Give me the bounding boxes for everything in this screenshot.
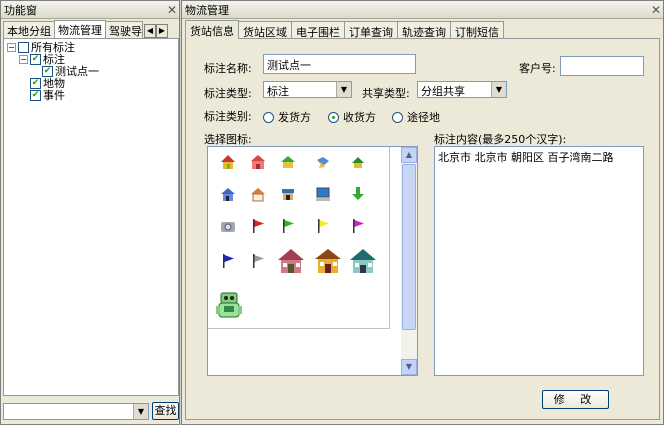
scroll-thumb[interactable] (402, 164, 416, 330)
bird-icon[interactable] (313, 152, 333, 172)
tab-local-group[interactable]: 本地分组 (3, 21, 55, 38)
computer-icon[interactable] (313, 184, 333, 204)
radio-waypoint[interactable]: 途径地 (392, 109, 440, 125)
tab-scroll-left-icon[interactable]: ◀ (144, 24, 156, 38)
house-blue-icon[interactable] (218, 184, 238, 204)
chevron-down-icon[interactable]: ▼ (491, 82, 506, 97)
radio-icon[interactable] (392, 111, 403, 123)
tree-node-all[interactable]: − ✔ 所有标注 (7, 41, 178, 54)
flag-blue-icon[interactable] (218, 251, 238, 271)
tab-station-area[interactable]: 货站区域 (238, 21, 292, 39)
checkbox-marks[interactable]: ✔ (30, 53, 41, 65)
chevron-down-icon[interactable]: ▼ (133, 403, 148, 419)
modify-button[interactable]: 修 改 (542, 390, 609, 409)
hut-icon[interactable] (278, 184, 298, 204)
tree-node-label: 事件 (43, 89, 65, 102)
radio-label: 发货方 (278, 111, 311, 124)
station-info-form: 标注名称: 测试点一 客户号: 标注类型: 标注 ▼ 共享类型: 分组共享 ▼ … (185, 38, 660, 420)
scroll-down-icon[interactable]: ▼ (401, 359, 417, 375)
logistics-window-titlebar: 物流管理 ✕ (182, 1, 663, 19)
icon-picker[interactable]: ▲ ▼ (207, 146, 418, 376)
icon-label: 选择图标: (204, 133, 252, 146)
tab-driving-nav[interactable]: 驾驶导 (105, 21, 143, 38)
tab-logistics[interactable]: 物流管理 (54, 20, 106, 38)
share-value: 分组共享 (421, 85, 465, 98)
search-combo[interactable]: ▼ (3, 402, 149, 420)
house-red-icon[interactable] (248, 152, 268, 172)
category-label: 标注类别: (204, 110, 252, 123)
tab-station-info[interactable]: 货站信息 (185, 20, 239, 39)
tree-node-event[interactable]: ✔ 事件 (30, 89, 178, 102)
radio-label: 收货方 (343, 111, 376, 124)
flag-yellow-icon[interactable] (313, 216, 333, 236)
house-orange-icon[interactable] (248, 184, 268, 204)
name-input[interactable]: 测试点一 (263, 54, 416, 74)
search-row: ▼ 查找 (3, 401, 179, 421)
share-select[interactable]: 分组共享 ▼ (417, 81, 507, 98)
scroll-up-icon[interactable]: ▲ (401, 147, 417, 163)
customer-label: 客户号: (519, 62, 556, 75)
flag-green-icon[interactable] (278, 216, 298, 236)
icon-scrollbar[interactable]: ▲ ▼ (401, 147, 417, 375)
collapse-icon[interactable]: − (19, 54, 28, 64)
logistics-window: 物流管理 ✕ 货站信息 货站区域 电子围栏 订单查询 轨迹查询 订制短信 标注名… (181, 0, 664, 425)
tab-scroll-right-icon[interactable]: ▶ (156, 24, 168, 38)
flag-magenta-icon[interactable] (348, 216, 368, 236)
radio-consignee[interactable]: 收货方 (328, 109, 376, 125)
radio-shipper[interactable]: 发货方 (263, 109, 311, 125)
radio-label: 途径地 (407, 111, 440, 124)
radio-icon[interactable] (263, 111, 274, 123)
checkbox-landmark[interactable]: ✔ (30, 77, 41, 89)
name-label: 标注名称: (204, 62, 252, 75)
arrow-down-icon[interactable] (348, 184, 368, 204)
house-teal-big-icon[interactable] (348, 246, 378, 276)
tab-track-query[interactable]: 轨迹查询 (397, 21, 451, 39)
robot-icon[interactable] (213, 289, 245, 323)
function-window-title: 功能窗 (4, 3, 37, 17)
type-select[interactable]: 标注 ▼ (263, 81, 352, 98)
collapse-icon[interactable]: − (7, 42, 16, 52)
camera-icon[interactable] (218, 216, 238, 236)
tab-geofence[interactable]: 电子围栏 (291, 21, 345, 39)
logistics-window-title: 物流管理 (185, 3, 229, 17)
house-pink-big-icon[interactable] (276, 246, 306, 276)
content-textarea[interactable]: 北京市 北京市 朝阳区 百子湾南二路 (434, 146, 644, 376)
mark-tree: − ✔ 所有标注 − ✔ 标注 ✔ 测试点一 ✔ 地物 ✔ 事件 (3, 38, 179, 396)
type-label: 标注类型: (204, 87, 252, 100)
flag-red-icon[interactable] (248, 216, 268, 236)
house-yellow-icon[interactable] (218, 152, 238, 172)
house-green-icon[interactable] (278, 152, 298, 172)
share-label: 共享类型: (362, 87, 410, 100)
content-label: 标注内容(最多250个汉字): (434, 133, 567, 146)
left-tabs: 本地分组 物流管理 驾驶导 ◀ ▶ (3, 20, 177, 38)
chevron-down-icon[interactable]: ▼ (336, 82, 351, 97)
function-window: 功能窗 ✕ 本地分组 物流管理 驾驶导 ◀ ▶ − ✔ 所有标注 − ✔ 标注 … (0, 0, 180, 425)
type-value: 标注 (267, 85, 289, 98)
house-brown-big-icon[interactable] (313, 246, 343, 276)
house-small-icon[interactable] (348, 152, 368, 172)
close-icon[interactable]: ✕ (165, 3, 179, 17)
checkbox-event[interactable]: ✔ (30, 89, 41, 101)
tab-order-query[interactable]: 订单查询 (344, 21, 398, 39)
radio-selected-icon[interactable] (328, 111, 339, 123)
right-tabs: 货站信息 货站区域 电子围栏 订单查询 轨迹查询 订制短信 (185, 20, 504, 39)
icon-grid (208, 147, 390, 329)
checkbox-all[interactable]: ✔ (18, 41, 29, 53)
function-window-titlebar: 功能窗 ✕ (1, 1, 179, 19)
close-icon[interactable]: ✕ (649, 3, 663, 17)
customer-input[interactable] (560, 56, 644, 76)
find-button[interactable]: 查找 (152, 402, 179, 420)
flag-gray-icon[interactable] (248, 251, 268, 271)
tab-sms[interactable]: 订制短信 (450, 21, 504, 39)
